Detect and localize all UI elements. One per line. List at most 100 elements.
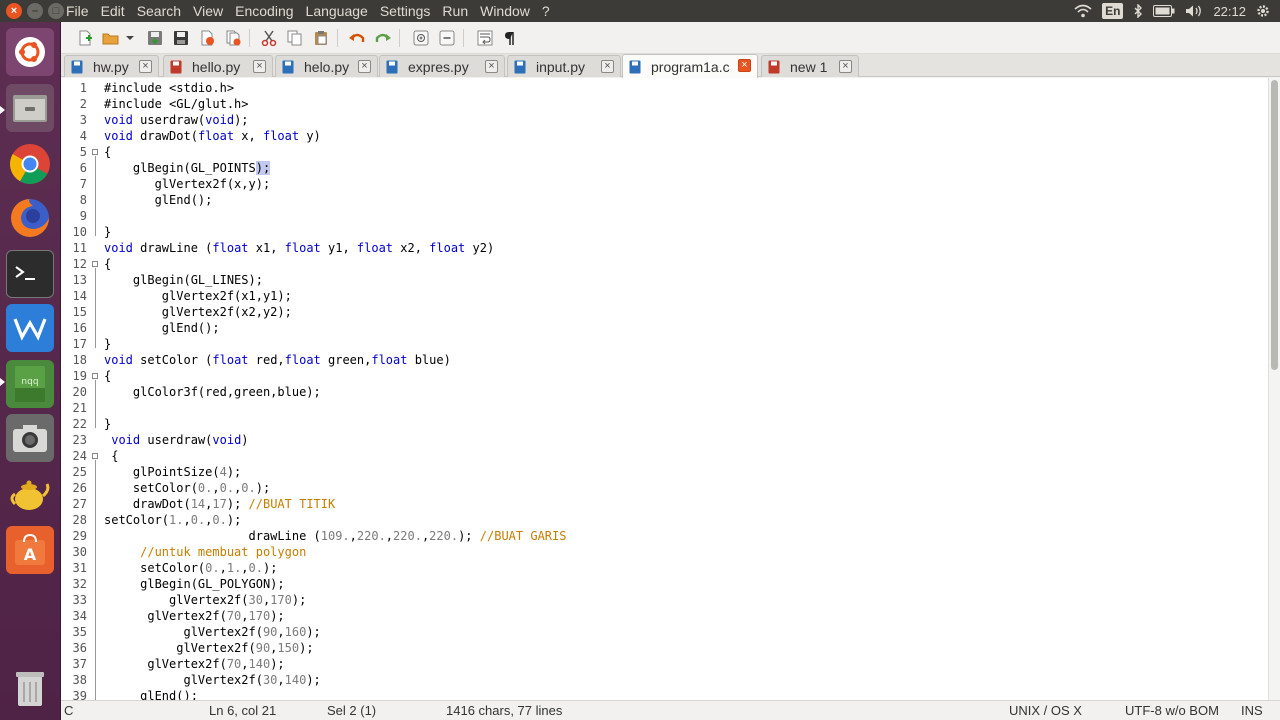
tab-hw-py[interactable]: hw.py × — [64, 55, 159, 77]
tab-close-button[interactable]: × — [738, 59, 751, 72]
zoom-in-icon[interactable] — [411, 28, 431, 48]
code-line[interactable]: drawDot(14,17); //BUAT TITIK — [104, 496, 335, 512]
menu-search[interactable]: Search — [131, 0, 187, 22]
cut-icon[interactable] — [259, 28, 279, 48]
code-line[interactable]: void drawLine (float x1, float y1, float… — [104, 240, 494, 256]
close-window-button[interactable]: × — [6, 3, 22, 19]
copy-icon[interactable] — [285, 28, 305, 48]
code-line[interactable]: #include <stdio.h> — [104, 80, 234, 96]
clock[interactable]: 22:12 — [1213, 4, 1246, 19]
tab-helo-py[interactable]: helo.py × — [275, 55, 378, 77]
scrollbar-thumb[interactable] — [1271, 80, 1278, 370]
code-line[interactable]: glVertex2f(30,140); — [104, 672, 320, 688]
code-line[interactable]: glVertex2f(x2,y2); — [104, 304, 292, 320]
code-line[interactable]: glEnd(); — [104, 688, 198, 700]
code-line[interactable]: //untuk membuat polygon — [104, 544, 306, 560]
code-line[interactable]: void userdraw(void); — [104, 112, 249, 128]
code-line[interactable]: void setColor (float red,float green,flo… — [104, 352, 451, 368]
code-line[interactable]: } — [104, 416, 111, 432]
code-line[interactable]: glVertex2f(70,170); — [104, 608, 284, 624]
menu-language[interactable]: Language — [300, 0, 374, 22]
terminal-icon[interactable] — [6, 250, 54, 298]
code-line[interactable]: glBegin(GL_POINTS); — [104, 160, 271, 176]
code-line[interactable]: { — [104, 256, 111, 272]
tab-input-py[interactable]: input.py × — [507, 55, 621, 77]
save-file-icon[interactable] — [145, 28, 165, 48]
show-symbols-icon[interactable] — [501, 28, 521, 48]
undo-icon[interactable] — [347, 28, 367, 48]
menu-help[interactable]: ? — [536, 0, 556, 22]
camera-icon[interactable] — [6, 414, 54, 462]
code-line[interactable]: glEnd(); — [104, 192, 213, 208]
open-recent-dropdown-icon[interactable] — [123, 28, 137, 48]
firefox-icon[interactable] — [6, 194, 54, 242]
tab-close-button[interactable]: × — [601, 60, 614, 73]
wifi-icon[interactable] — [1074, 4, 1092, 18]
fold-toggle[interactable] — [92, 453, 98, 459]
zoom-out-icon[interactable] — [437, 28, 457, 48]
software-center-icon[interactable]: A — [6, 526, 54, 574]
menu-run[interactable]: Run — [436, 0, 474, 22]
tab-close-button[interactable]: × — [485, 60, 498, 73]
menu-settings[interactable]: Settings — [374, 0, 437, 22]
new-file-icon[interactable] — [75, 28, 95, 48]
code-line[interactable]: drawLine (109.,220.,220.,220.); //BUAT G… — [104, 528, 566, 544]
status-encoding[interactable]: UTF-8 w/o BOM — [1125, 703, 1219, 718]
redo-icon[interactable] — [373, 28, 393, 48]
wps-writer-icon[interactable] — [6, 304, 54, 352]
close-file-icon[interactable] — [197, 28, 217, 48]
tab-expres-py[interactable]: expres.py × — [379, 55, 505, 77]
chrome-icon[interactable] — [6, 140, 54, 188]
tab-close-button[interactable]: × — [139, 60, 152, 73]
menu-window[interactable]: Window — [474, 0, 536, 22]
code-line[interactable]: glVertex2f(70,140); — [104, 656, 284, 672]
status-language[interactable]: C — [64, 703, 73, 718]
teapot-icon[interactable] — [6, 470, 54, 518]
notepadqq-icon[interactable]: nqq — [6, 360, 54, 408]
menu-encoding[interactable]: Encoding — [229, 0, 299, 22]
fold-toggle[interactable] — [92, 149, 98, 155]
close-all-icon[interactable] — [223, 28, 243, 48]
menu-edit[interactable]: Edit — [95, 0, 131, 22]
fold-toggle[interactable] — [92, 261, 98, 267]
tab-program1a-c[interactable]: program1a.c × — [622, 54, 758, 78]
code-line[interactable]: setColor(0.,1.,0.); — [104, 560, 277, 576]
code-line[interactable]: glEnd(); — [104, 320, 220, 336]
code-line[interactable]: void drawDot(float x, float y) — [104, 128, 321, 144]
code-line[interactable]: { — [104, 448, 118, 464]
code-line[interactable]: } — [104, 224, 111, 240]
word-wrap-icon[interactable] — [475, 28, 495, 48]
code-line[interactable]: glVertex2f(x1,y1); — [104, 288, 292, 304]
volume-icon[interactable] — [1185, 4, 1203, 18]
code-line[interactable]: glBegin(GL_POLYGON); — [104, 576, 285, 592]
code-line[interactable]: setColor(0.,0.,0.); — [104, 480, 270, 496]
gear-icon[interactable] — [1256, 4, 1270, 18]
code-line[interactable]: void userdraw(void) — [104, 432, 248, 448]
tab-close-button[interactable]: × — [253, 60, 266, 73]
code-line[interactable]: #include <GL/glut.h> — [104, 96, 249, 112]
vertical-scrollbar[interactable] — [1268, 78, 1280, 700]
tab-close-button[interactable]: × — [358, 60, 371, 73]
battery-icon[interactable] — [1153, 5, 1175, 17]
paste-icon[interactable] — [311, 28, 331, 48]
status-eol-format[interactable]: UNIX / OS X — [1009, 703, 1082, 718]
trash-icon[interactable] — [6, 664, 54, 712]
tab-new-1[interactable]: new 1 × — [761, 55, 859, 77]
code-line[interactable]: glVertex2f(90,150); — [104, 640, 313, 656]
code-line[interactable]: glPointSize(4); — [104, 464, 241, 480]
file-manager-icon[interactable] — [6, 84, 54, 132]
code-line[interactable]: glColor3f(red,green,blue); — [104, 384, 321, 400]
code-editor[interactable]: 1 #include <stdio.h> 2 #include <GL/glut.h>… — [61, 78, 1280, 700]
code-line[interactable]: glBegin(GL_LINES); — [104, 272, 263, 288]
menu-file[interactable]: File — [60, 0, 95, 22]
code-line[interactable]: } — [104, 336, 111, 352]
open-file-icon[interactable] — [101, 28, 121, 48]
menu-view[interactable]: View — [187, 0, 229, 22]
tab-hello-py[interactable]: hello.py × — [163, 55, 273, 77]
ubuntu-dash-icon[interactable] — [6, 28, 54, 76]
fold-toggle[interactable] — [92, 373, 98, 379]
status-insert-mode[interactable]: INS — [1241, 703, 1263, 718]
code-line[interactable]: glVertex2f(30,170); — [104, 592, 306, 608]
keyboard-layout-indicator[interactable]: En — [1102, 3, 1124, 19]
save-all-icon[interactable] — [171, 28, 191, 48]
